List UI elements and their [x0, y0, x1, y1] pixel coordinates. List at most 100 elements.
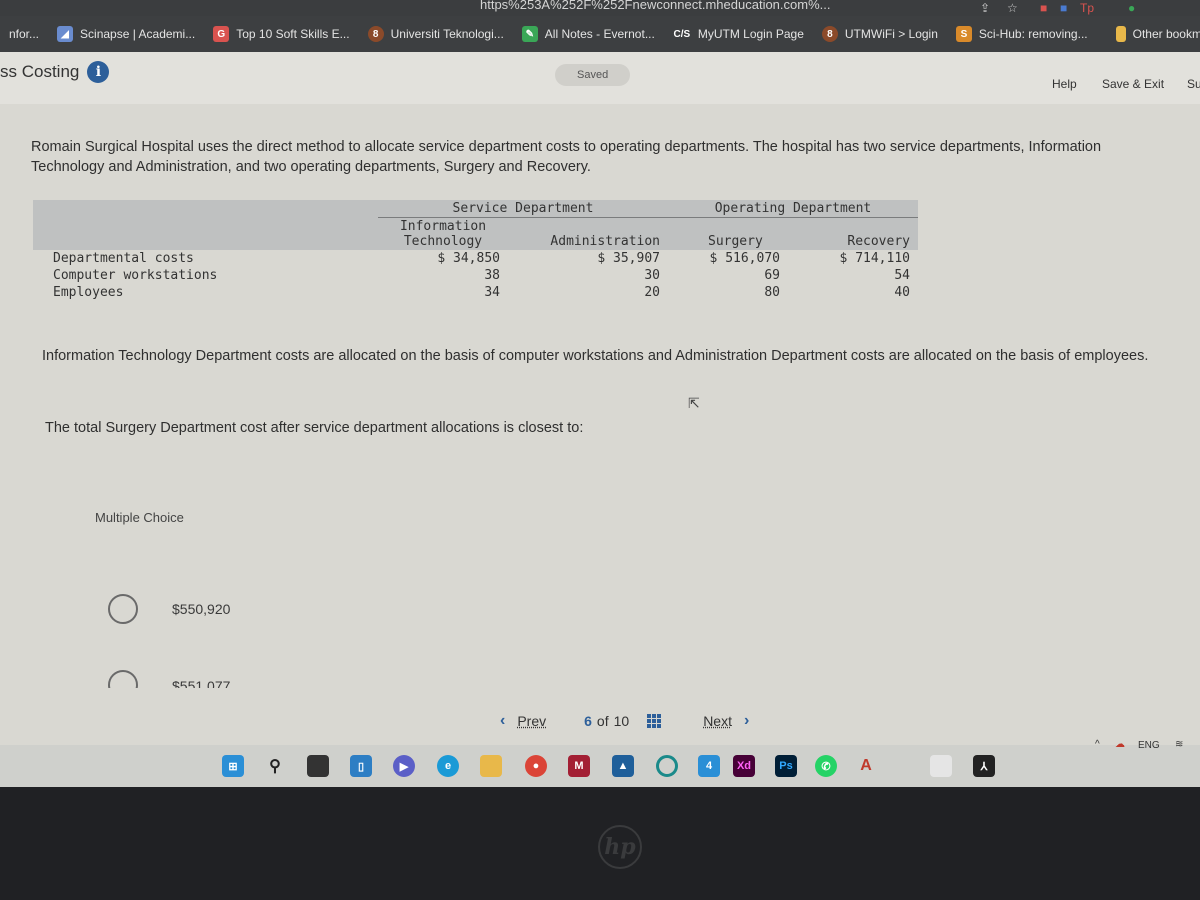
- bookmark-item[interactable]: G Top 10 Soft Skills E...: [204, 26, 358, 42]
- bookmark-item[interactable]: ◢ Scinapse | Academi...: [48, 26, 204, 42]
- share-icon[interactable]: ⇪: [980, 1, 990, 15]
- chevron-right-icon[interactable]: ›: [744, 712, 749, 730]
- whatsapp-icon[interactable]: ✆: [815, 755, 837, 777]
- table-row: Employees 34 20 80 40: [33, 284, 918, 301]
- cell-admin: 20: [644, 285, 660, 300]
- search-icon[interactable]: ⚲: [264, 755, 286, 777]
- question-grid-icon[interactable]: [647, 714, 662, 728]
- chevron-up-icon[interactable]: ^: [1095, 739, 1100, 750]
- radio-button[interactable]: [108, 670, 138, 688]
- cell-it: 38: [484, 268, 500, 283]
- service-department-header: Service Department: [378, 200, 668, 218]
- cell-recovery: $ 714,110: [839, 251, 910, 266]
- bookmark-label: Top 10 Soft Skills E...: [236, 27, 350, 41]
- column-header-information-technology: Information Technology: [378, 217, 508, 250]
- scihub-icon: S: [955, 26, 972, 42]
- adobe-xd-icon[interactable]: Xd: [733, 755, 755, 777]
- chrome-icon[interactable]: ●: [525, 755, 547, 777]
- title-text: ss Costing: [0, 62, 80, 81]
- extension-icon[interactable]: Tp: [1080, 1, 1094, 15]
- cell-admin: 30: [644, 268, 660, 283]
- photos-icon[interactable]: ▲: [612, 755, 634, 777]
- bookmark-item[interactable]: C/S MyUTM Login Page: [664, 26, 813, 42]
- mendeley-icon[interactable]: M: [568, 755, 590, 777]
- file-explorer-icon[interactable]: [480, 755, 502, 777]
- app-icon[interactable]: [930, 755, 952, 777]
- page-of-label: of: [596, 713, 609, 729]
- bookmark-item[interactable]: ✎ All Notes - Evernot...: [513, 26, 664, 42]
- bookmark-label: All Notes - Evernot...: [544, 27, 655, 41]
- bookmark-label: MyUTM Login Page: [697, 27, 804, 41]
- choice-text: $550,920: [172, 601, 231, 617]
- bookmark-label: Sci-Hub: removing...: [978, 27, 1088, 41]
- cell-surgery: 80: [764, 285, 780, 300]
- next-button[interactable]: Next: [703, 713, 732, 729]
- answer-choice-b[interactable]: $551,077: [108, 670, 230, 688]
- choice-text: $551,077: [172, 678, 231, 688]
- acrobat-icon[interactable]: ⅄: [973, 755, 995, 777]
- bookmark-label: Other bookm: [1132, 27, 1200, 41]
- language-indicator[interactable]: ENG: [1138, 740, 1160, 751]
- submit-link[interactable]: Su: [1187, 77, 1200, 91]
- bookmark-label: Scinapse | Academi...: [80, 27, 196, 41]
- help-link[interactable]: Help: [1052, 77, 1077, 91]
- teams-chat-icon[interactable]: ▶: [393, 755, 415, 777]
- column-header-recovery: Recovery: [788, 217, 918, 250]
- allocation-basis-text: Information Technology Department costs …: [42, 348, 1149, 364]
- cell-surgery: $ 516,070: [709, 251, 780, 266]
- evernote-icon: ✎: [521, 26, 538, 42]
- bookmark-label: Universiti Teknologi...: [390, 27, 504, 41]
- bookmark-label: nfor...: [9, 27, 40, 41]
- extension-icon[interactable]: ■: [1060, 1, 1067, 15]
- table-row: Departmental costs $ 34,850 $ 35,907 $ 5…: [33, 250, 918, 267]
- assignment-title: ss Costing i: [0, 61, 110, 83]
- bookmarks-bar: nfor... ◢ Scinapse | Academi... G Top 10 S…: [0, 16, 1200, 52]
- bookmark-item[interactable]: 8 UTMWiFi > Login: [813, 26, 947, 42]
- access-icon[interactable]: A: [855, 755, 877, 777]
- cost-data-table: Service Department Operating Department …: [33, 200, 918, 301]
- wifi-icon[interactable]: ≋: [1175, 739, 1183, 750]
- g-icon: G: [213, 26, 230, 42]
- onedrive-icon[interactable]: ☁: [1115, 739, 1125, 750]
- mail-icon[interactable]: 4: [698, 755, 720, 777]
- bookmark-item[interactable]: nfor...: [0, 27, 48, 41]
- extension-icon[interactable]: ■: [1040, 1, 1047, 15]
- mail-badge: 4: [705, 760, 713, 772]
- cell-surgery: 69: [764, 268, 780, 283]
- task-view-icon[interactable]: [307, 755, 329, 777]
- bookmark-item[interactable]: 8 Universiti Teknologi...: [359, 26, 513, 42]
- row-label: Employees: [53, 285, 124, 300]
- chevron-left-icon[interactable]: ‹: [500, 712, 505, 730]
- row-label: Computer workstations: [53, 268, 218, 283]
- table-row: Computer workstations 38 30 69 54: [33, 267, 918, 284]
- column-header-administration: Administration: [508, 217, 668, 250]
- utm-icon: 8: [821, 26, 838, 42]
- bookmark-item[interactable]: S Sci-Hub: removing...: [947, 26, 1097, 42]
- scinapse-icon: ◢: [57, 26, 74, 42]
- prev-button[interactable]: Prev: [517, 713, 546, 729]
- cell-recovery: 40: [894, 285, 910, 300]
- edge-icon[interactable]: e: [437, 755, 459, 777]
- hp-logo: hp: [598, 825, 642, 869]
- saved-status-badge: Saved: [555, 64, 631, 86]
- cas-icon: C/S: [673, 28, 691, 40]
- bookmark-item[interactable]: Other bookm: [1107, 26, 1200, 42]
- operating-department-header: Operating Department: [668, 200, 918, 218]
- radio-button[interactable]: [108, 594, 138, 624]
- question-prompt: The total Surgery Department cost after …: [45, 420, 584, 436]
- answer-choice-a[interactable]: $550,920: [108, 594, 230, 624]
- table-column-header-row: Information Technology Administration Su…: [33, 217, 918, 250]
- widgets-icon[interactable]: ▯: [350, 755, 372, 777]
- star-icon[interactable]: ☆: [1007, 1, 1018, 15]
- current-page: 6: [584, 713, 592, 729]
- windows-start-icon[interactable]: ⊞: [222, 755, 244, 777]
- save-exit-link[interactable]: Save & Exit: [1102, 77, 1164, 91]
- info-icon[interactable]: i: [87, 61, 110, 83]
- url-text[interactable]: https%253A%252F%252Fnewconnect.mheducati…: [480, 0, 830, 12]
- cortana-icon[interactable]: [656, 755, 678, 777]
- profile-icon[interactable]: ●: [1128, 1, 1135, 15]
- browser-address-bar[interactable]: https%253A%252F%252Fnewconnect.mheducati…: [0, 0, 1200, 16]
- bookmark-label: UTMWiFi > Login: [844, 27, 938, 41]
- photoshop-icon[interactable]: Ps: [775, 755, 797, 777]
- cell-recovery: 54: [894, 268, 910, 283]
